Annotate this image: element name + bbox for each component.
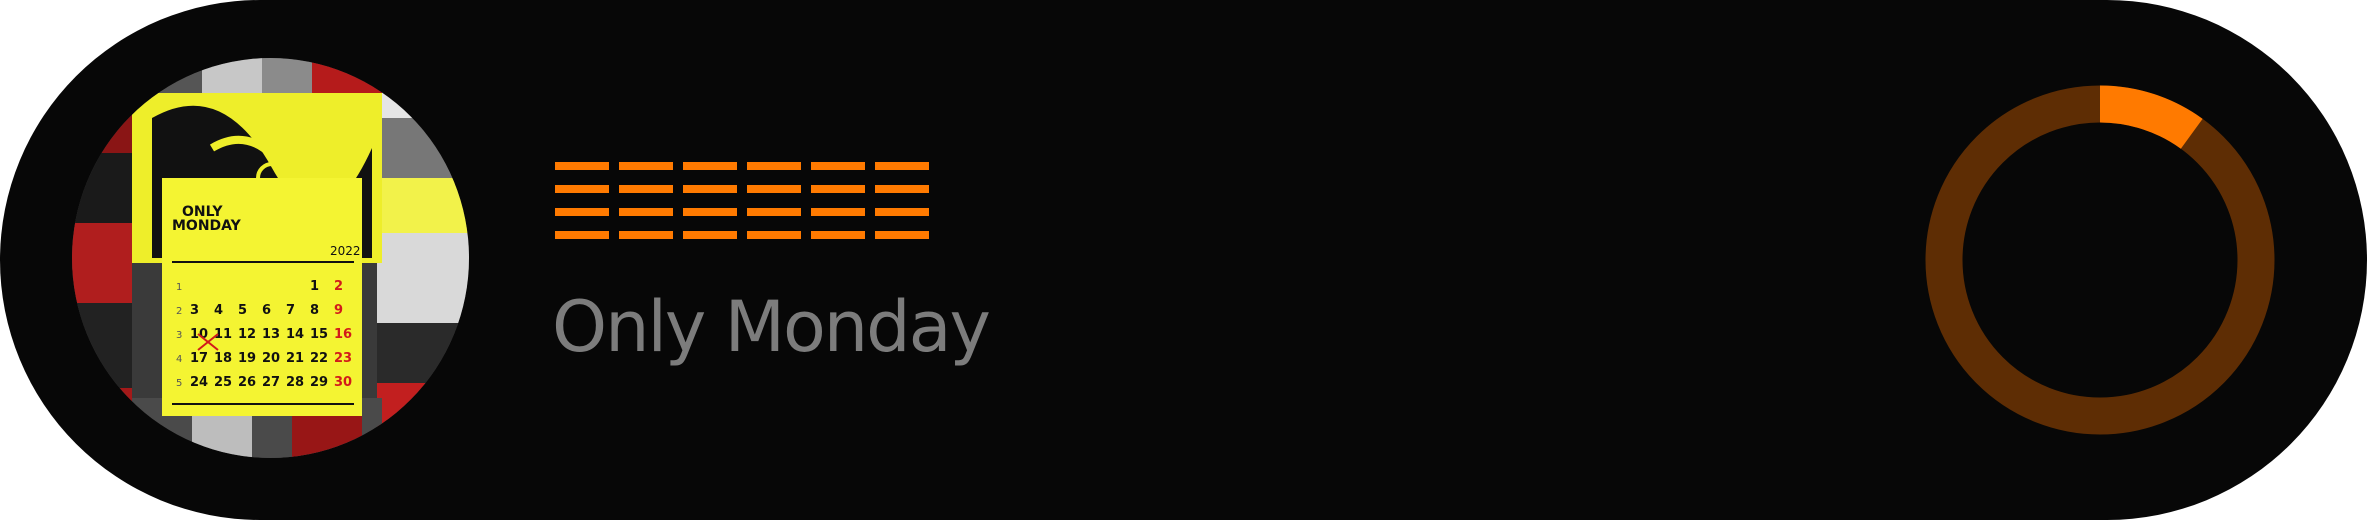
calendar-day: 26 xyxy=(238,375,256,390)
calendar-day: 3 xyxy=(190,303,199,318)
calendar-day: 20 xyxy=(262,351,280,366)
calendar-day: 22 xyxy=(310,351,328,366)
calendar-day: 23 xyxy=(334,351,352,366)
progress-ring-track xyxy=(1925,85,2275,435)
calendar-day: 4 xyxy=(214,303,223,318)
calendar-day: 5 xyxy=(238,303,247,318)
calendar-day: 9 xyxy=(334,303,343,318)
equalizer-icon xyxy=(555,162,931,242)
calendar-day: 6 xyxy=(262,303,271,318)
album-artwork-image: ONLY MONDAY 2022 1 1 22 3 4 5 6 7 8 93 10 11 12 13 14 1… xyxy=(72,58,469,458)
calendar-day: 19 xyxy=(238,351,256,366)
calendar-day: 17 xyxy=(190,351,208,366)
calendar-day: 25 xyxy=(214,375,232,390)
artwork-year: 2022 xyxy=(330,244,361,258)
calendar-day: 15 xyxy=(310,327,328,342)
calendar-day: 5 xyxy=(176,378,182,389)
calendar-day: 7 xyxy=(286,303,295,318)
calendar-day: 30 xyxy=(334,375,352,390)
calendar-day: 21 xyxy=(286,351,304,366)
progress-ring xyxy=(1925,85,2275,435)
calendar-day: 3 xyxy=(176,330,182,341)
calendar-day: 1 xyxy=(310,279,319,294)
calendar-day: 16 xyxy=(334,327,352,342)
calendar-day: 29 xyxy=(310,375,328,390)
calendar-day: 13 xyxy=(262,327,280,342)
calendar-day: 24 xyxy=(190,375,208,390)
calendar-day: 4 xyxy=(176,354,182,365)
track-title: Only Monday xyxy=(552,286,991,368)
calendar-day: 2 xyxy=(334,279,343,294)
calendar-day: 8 xyxy=(310,303,319,318)
svg-text:MONDAY: MONDAY xyxy=(172,218,242,234)
calendar-day: 18 xyxy=(214,351,232,366)
calendar-day: 28 xyxy=(286,375,304,390)
calendar-day: 2 xyxy=(176,306,182,317)
calendar-day: 12 xyxy=(238,327,256,342)
calendar-day: 27 xyxy=(262,375,280,390)
calendar-day: 14 xyxy=(286,327,304,342)
album-artwork[interactable]: ONLY MONDAY 2022 1 1 2 2 3 4 5 6 7 8 9 3 10 11 12 13 14 1… xyxy=(72,58,469,458)
calendar-day: 1 xyxy=(176,282,182,293)
now-playing-card: ONLY MONDAY 2022 1 1 2 2 3 4 5 6 7 8 9 3 10 11 12 13 14 1… xyxy=(0,0,2367,520)
